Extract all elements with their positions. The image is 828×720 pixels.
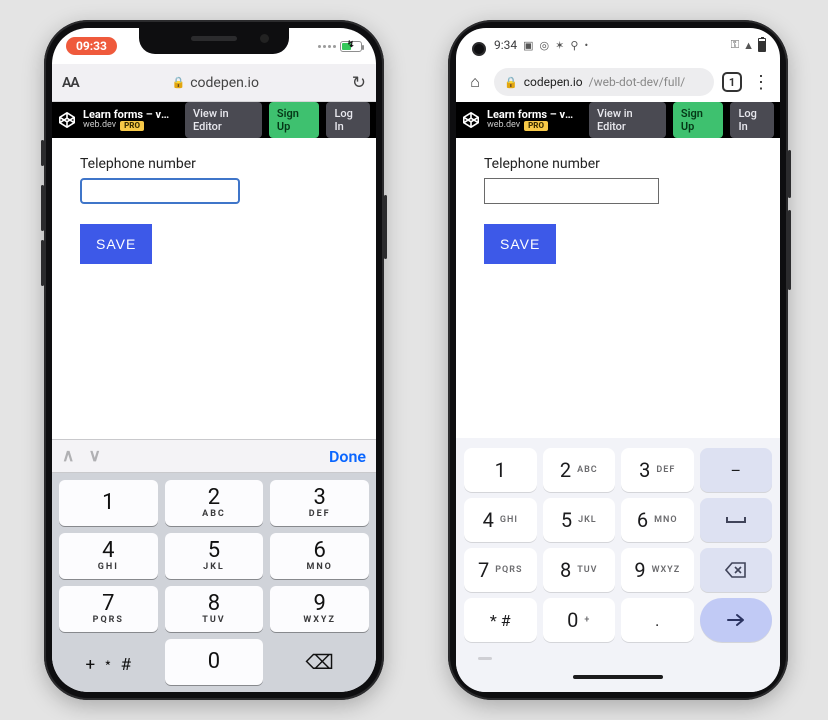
reload-icon[interactable]: ↻ [352, 73, 366, 93]
pen-author: web.dev [83, 121, 116, 131]
android-camera-punch [472, 42, 486, 56]
kb-key-0[interactable]: 0 [165, 639, 264, 685]
kb-key-5[interactable]: 5JKL [543, 498, 616, 542]
kb-del-key[interactable] [700, 548, 773, 592]
status-sync-icon: ◎ [540, 39, 550, 52]
safari-address-bar[interactable]: AA 🔒 codepen.io ↻ [52, 64, 376, 102]
android-gesture-bar [456, 668, 780, 686]
form-area: Telephone number SAVE [456, 138, 780, 306]
status-location-icon: ⚲ [570, 39, 578, 52]
codepen-header: Learn forms – virt… web.dev PRO View in … [52, 102, 376, 138]
kb-bottom-row[interactable] [456, 646, 780, 668]
lock-icon: 🔒 [172, 76, 186, 89]
kb-go-key[interactable] [700, 598, 773, 642]
kb-key-9[interactable]: 9WXYZ [270, 586, 369, 632]
form-area: Telephone number SAVE [52, 138, 376, 439]
codepen-logo-icon [58, 111, 76, 129]
chrome-tabs-button[interactable]: 1 [722, 72, 742, 92]
codepen-header: Learn forms – virt… web.dev PRO View in … [456, 102, 780, 138]
save-button[interactable]: SAVE [80, 224, 152, 264]
kb-key-4[interactable]: 4GHI [59, 533, 158, 579]
kb-key-.[interactable]: . [621, 598, 694, 642]
pro-badge: PRO [524, 121, 548, 132]
android-clock: 9:34 [494, 38, 517, 52]
url-host: codepen.io [524, 75, 583, 89]
signup-button[interactable]: Sign Up [269, 102, 320, 138]
android-keyboard: 12ABC3DEF– 4GHI5JKL6MNO 7PQRS8TUV9WXYZ * #0… [456, 438, 780, 692]
pen-author: web.dev [487, 121, 520, 131]
codepen-logo-icon [462, 111, 480, 129]
kb-key-6[interactable]: 6MNO [621, 498, 694, 542]
vpn-key-icon: ⚿ [731, 38, 739, 52]
android-status-bar: 9:34 ▣ ◎ ✶ ⚲ • ⚿ ▲ [456, 28, 780, 62]
telephone-label: Telephone number [80, 156, 348, 172]
battery-icon [758, 38, 766, 52]
battery-icon: ↯ [340, 41, 362, 52]
chrome-omnibox[interactable]: 🔒 codepen.io/web-dot-dev/full/ [494, 68, 714, 96]
chrome-menu-icon[interactable]: ⋮ [750, 72, 772, 93]
telephone-input[interactable] [80, 178, 240, 204]
cellular-signal-icon [318, 45, 336, 48]
pen-title: Learn forms – virt… [487, 109, 575, 121]
pro-badge: PRO [120, 121, 144, 132]
kb-key-–[interactable]: – [700, 448, 773, 492]
kb-key-2[interactable]: 2ABC [543, 448, 616, 492]
kb-key-1[interactable]: 1 [464, 448, 537, 492]
kb-key-5[interactable]: 5JKL [165, 533, 264, 579]
kb-key-8[interactable]: 8TUV [543, 548, 616, 592]
signup-button[interactable]: Sign Up [673, 102, 724, 138]
status-overlay-icon: ▣ [523, 39, 533, 52]
kb-key-1[interactable]: 1 [59, 480, 158, 526]
status-dot-icon: • [584, 39, 588, 52]
iphone-frame: 09:33 ↯ AA 🔒 codepen.io ↻ Learn fo [44, 20, 384, 700]
kb-key-* #[interactable]: * # [464, 598, 537, 642]
wifi-icon: ▲ [743, 39, 754, 52]
safari-url[interactable]: 🔒 codepen.io [172, 75, 259, 91]
pen-title: Learn forms – virt… [83, 109, 171, 121]
ios-clock: 09:33 [66, 37, 117, 55]
status-app-icon: ✶ [555, 39, 564, 52]
kb-key-7[interactable]: 7PQRS [59, 586, 158, 632]
kb-key-2[interactable]: 2ABC [165, 480, 264, 526]
kb-key-6[interactable]: 6MNO [270, 533, 369, 579]
login-button[interactable]: Log In [326, 102, 370, 138]
url-path: /web-dot-dev/full/ [589, 75, 686, 89]
kb-symbols-key[interactable]: + ﹡ # [59, 639, 158, 685]
ios-notch [139, 28, 289, 54]
kb-key-3[interactable]: 3DEF [621, 448, 694, 492]
view-in-editor-button[interactable]: View in Editor [589, 102, 666, 138]
telephone-label: Telephone number [484, 156, 752, 172]
kb-key-3[interactable]: 3DEF [270, 480, 369, 526]
kb-key-8[interactable]: 8TUV [165, 586, 264, 632]
pixel-frame: 9:34 ▣ ◎ ✶ ⚲ • ⚿ ▲ ⌂ 🔒 codepen.i [448, 20, 788, 700]
text-size-button[interactable]: AA [62, 75, 79, 91]
kb-prev-icon[interactable]: ∧ [62, 446, 74, 466]
chrome-toolbar: ⌂ 🔒 codepen.io/web-dot-dev/full/ 1 ⋮ [456, 62, 780, 102]
telephone-input[interactable] [484, 178, 659, 204]
kb-key-7[interactable]: 7PQRS [464, 548, 537, 592]
kb-next-icon[interactable]: ∨ [88, 446, 100, 466]
chrome-home-icon[interactable]: ⌂ [464, 72, 486, 92]
kb-delete-key[interactable]: ⌫ [270, 639, 369, 685]
ios-keyboard: ∧ ∨ Done 12ABC3DEF 4GHI5JKL6MNO 7PQRS8TUV9… [52, 439, 376, 692]
kb-done-button[interactable]: Done [329, 447, 366, 466]
lock-icon: 🔒 [504, 76, 518, 89]
kb-key-0[interactable]: 0+ [543, 598, 616, 642]
view-in-editor-button[interactable]: View in Editor [185, 102, 262, 138]
save-button[interactable]: SAVE [484, 224, 556, 264]
kb-space-key[interactable] [700, 498, 773, 542]
login-button[interactable]: Log In [730, 102, 774, 138]
kb-key-9[interactable]: 9WXYZ [621, 548, 694, 592]
kb-key-4[interactable]: 4GHI [464, 498, 537, 542]
